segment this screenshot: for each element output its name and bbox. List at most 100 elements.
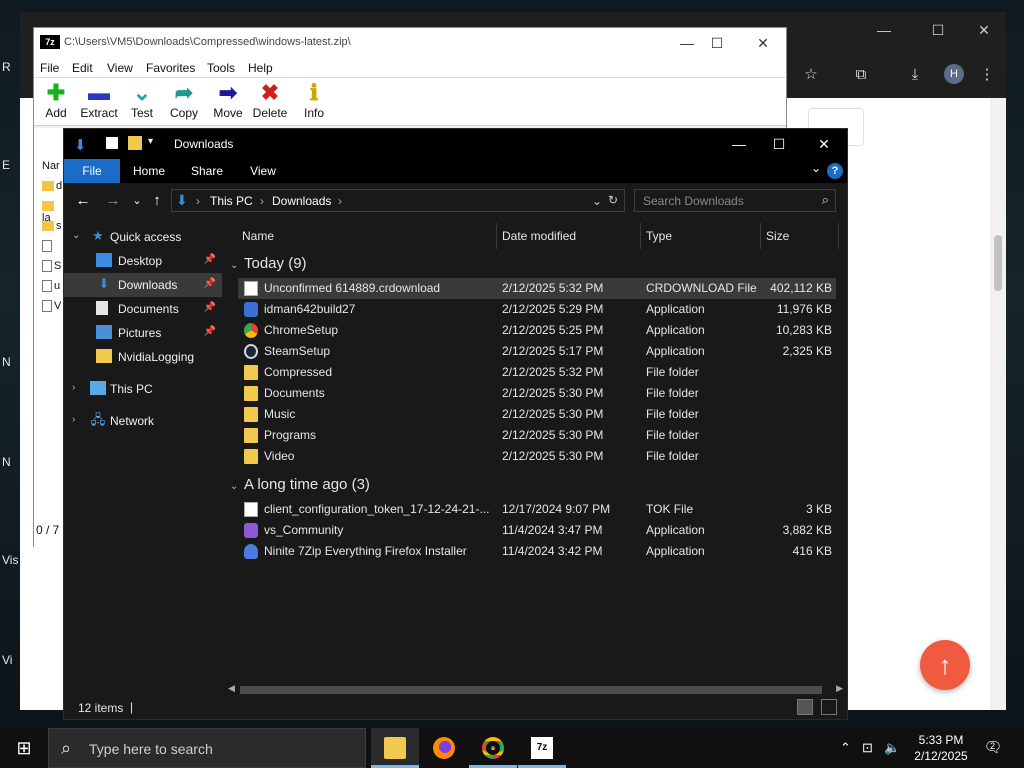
list-item[interactable]: S [42,260,64,278]
nav-item-pictures[interactable]: Pictures 📌 [64,321,222,345]
address-bar[interactable]: ⬇ › This PC › Downloads › ⌄ ↻ [171,189,625,212]
collapse-chevron-icon[interactable]: ⌄ [230,260,244,271]
list-item[interactable]: d [42,180,64,198]
nav-item-documents[interactable]: Documents 📌 [64,297,222,321]
up-button[interactable]: ↑ [146,191,168,211]
back-button[interactable]: ← [72,191,94,211]
close-button[interactable]: ✕ [801,129,847,159]
column-header-size[interactable]: Size [766,223,789,249]
scroll-right-arrow-icon[interactable]: ▶ [836,683,843,694]
horizontal-scrollbar[interactable]: ◀ ▶ [222,683,847,697]
group-header-long-ago[interactable]: ⌄ A long time ago (3) [230,476,370,493]
tab-file[interactable]: File [64,159,120,183]
show-hidden-icons-icon[interactable]: ⌃ [840,740,851,756]
group-header-today[interactable]: ⌄ Today (9) [230,255,307,272]
help-button[interactable]: ? [827,163,843,179]
profile-avatar[interactable]: H [944,64,964,84]
breadcrumb-separator[interactable]: › [260,194,264,208]
breadcrumb-separator[interactable]: › [338,194,342,208]
file-row[interactable]: Video 2/12/2025 5:30 PM File folder [238,446,836,467]
maximize-button[interactable]: ☐ [918,22,958,44]
nav-item-network[interactable]: › 🖧 Network [64,409,222,433]
chrome-scrollbar[interactable] [990,98,1006,710]
minimize-button[interactable]: — [864,22,904,44]
tab-home[interactable]: Home [126,159,172,183]
column-header-name[interactable]: Nar [42,160,64,178]
tab-share[interactable]: Share [184,159,230,183]
desktop-icon-label[interactable]: Vi [2,653,12,667]
file-row[interactable]: idman642build27 2/12/2025 5:29 PM Applicat… [238,299,836,320]
address-dropdown-icon[interactable]: ⌄ [592,194,602,208]
maximize-button[interactable]: ☐ [694,32,740,54]
pin-icon[interactable]: 📌 [204,302,216,313]
file-row[interactable]: vs_Community 11/4/2024 3:47 PM Application… [238,520,836,541]
close-button[interactable]: ✕ [740,32,786,54]
collapse-chevron-icon[interactable]: ⌄ [230,481,244,492]
test-button[interactable]: ⌄ Test [120,80,164,124]
column-divider[interactable] [640,223,641,249]
maximize-button[interactable]: ☐ [756,129,802,159]
recent-locations-button[interactable]: ⌄ [126,191,148,211]
extract-button[interactable]: ▬ Extract [77,80,121,124]
expand-chevron-icon[interactable]: › [72,382,75,393]
taskbar-7zip[interactable]: 7z [518,728,566,768]
desktop-icon-label[interactable]: Vis [2,553,18,567]
network-icon[interactable]: ⊡ [862,740,873,756]
list-item[interactable]: u [42,280,64,298]
menu-favorites[interactable]: Favorites [146,61,195,75]
scrollbar-thumb[interactable] [240,686,822,694]
move-button[interactable]: ➡ Move [206,80,250,124]
downloads-icon[interactable]: ⤓ [902,62,928,88]
taskbar-file-explorer[interactable] [371,728,419,768]
list-item[interactable] [42,240,64,258]
menu-edit[interactable]: Edit [72,61,93,75]
file-row[interactable]: Music 2/12/2025 5:30 PM File folder [238,404,836,425]
download-arrow-icon[interactable]: ⬇ [74,136,87,154]
nav-item-this-pc[interactable]: › This PC [64,377,222,401]
nav-item-desktop[interactable]: Desktop 📌 [64,249,222,273]
nav-item-downloads[interactable]: ⬇ Downloads 📌 [64,273,222,297]
start-button[interactable]: ⊞ [0,728,48,768]
desktop-icon-label[interactable]: N [2,355,11,369]
desktop-icon-label[interactable]: N [2,455,11,469]
copy-button[interactable]: ➦ Copy [162,80,206,124]
nav-item-quick-access[interactable]: ⌄ ★ Quick access [64,225,222,249]
quick-access-dropdown-icon[interactable]: ▾ [148,136,153,147]
search-icon[interactable]: ⌕ [822,192,829,208]
column-divider[interactable] [496,223,497,249]
column-header-date[interactable]: Date modified [502,223,576,249]
scroll-to-top-button[interactable]: ↑ [920,640,970,690]
bookmark-star-icon[interactable]: ☆ [798,62,824,88]
close-button[interactable]: ✕ [964,22,1004,44]
menu-view[interactable]: View [107,61,133,75]
column-divider[interactable] [838,223,839,249]
file-row[interactable]: Ninite 7Zip Everything Firefox Installer… [238,541,836,562]
breadcrumb-separator[interactable]: › [196,194,200,208]
add-button[interactable]: ✚ Add [34,80,78,124]
taskbar-chrome[interactable] [469,728,517,768]
7zip-titlebar[interactable]: 7z C:\Users\VM5\Downloads\Compressed\win… [34,28,786,58]
expand-ribbon-icon[interactable]: ⌄ [811,161,821,175]
menu-tools[interactable]: Tools [207,61,235,75]
column-header-name[interactable]: Name [242,223,274,249]
file-row[interactable]: client_configuration_token_17-12-24-21-.… [238,499,836,520]
scroll-left-arrow-icon[interactable]: ◀ [228,683,235,694]
list-item[interactable]: la [42,200,64,224]
menu-help[interactable]: Help [248,61,273,75]
nav-item-nvidialogging[interactable]: NvidiaLogging [64,345,222,369]
extensions-icon[interactable]: ⧉ [848,62,874,88]
pin-icon[interactable]: 📌 [204,254,216,265]
delete-button[interactable]: ✖ Delete [248,80,292,124]
forward-button[interactable]: → [102,191,124,211]
tab-view[interactable]: View [240,159,286,183]
chrome-menu-icon[interactable]: ⋮ [974,62,1000,88]
expand-chevron-icon[interactable]: › [72,414,75,425]
explorer-titlebar[interactable]: ⬇ ▾ Downloads — ☐ ✕ [64,129,847,159]
pin-icon[interactable]: 📌 [204,278,216,289]
list-item[interactable]: V [42,300,64,318]
folder-icon[interactable] [128,136,142,150]
desktop-icon-label[interactable]: E [2,158,10,172]
info-button[interactable]: ℹ Info [292,80,336,124]
scrollbar-thumb[interactable] [994,235,1002,291]
pin-icon[interactable]: 📌 [204,326,216,337]
